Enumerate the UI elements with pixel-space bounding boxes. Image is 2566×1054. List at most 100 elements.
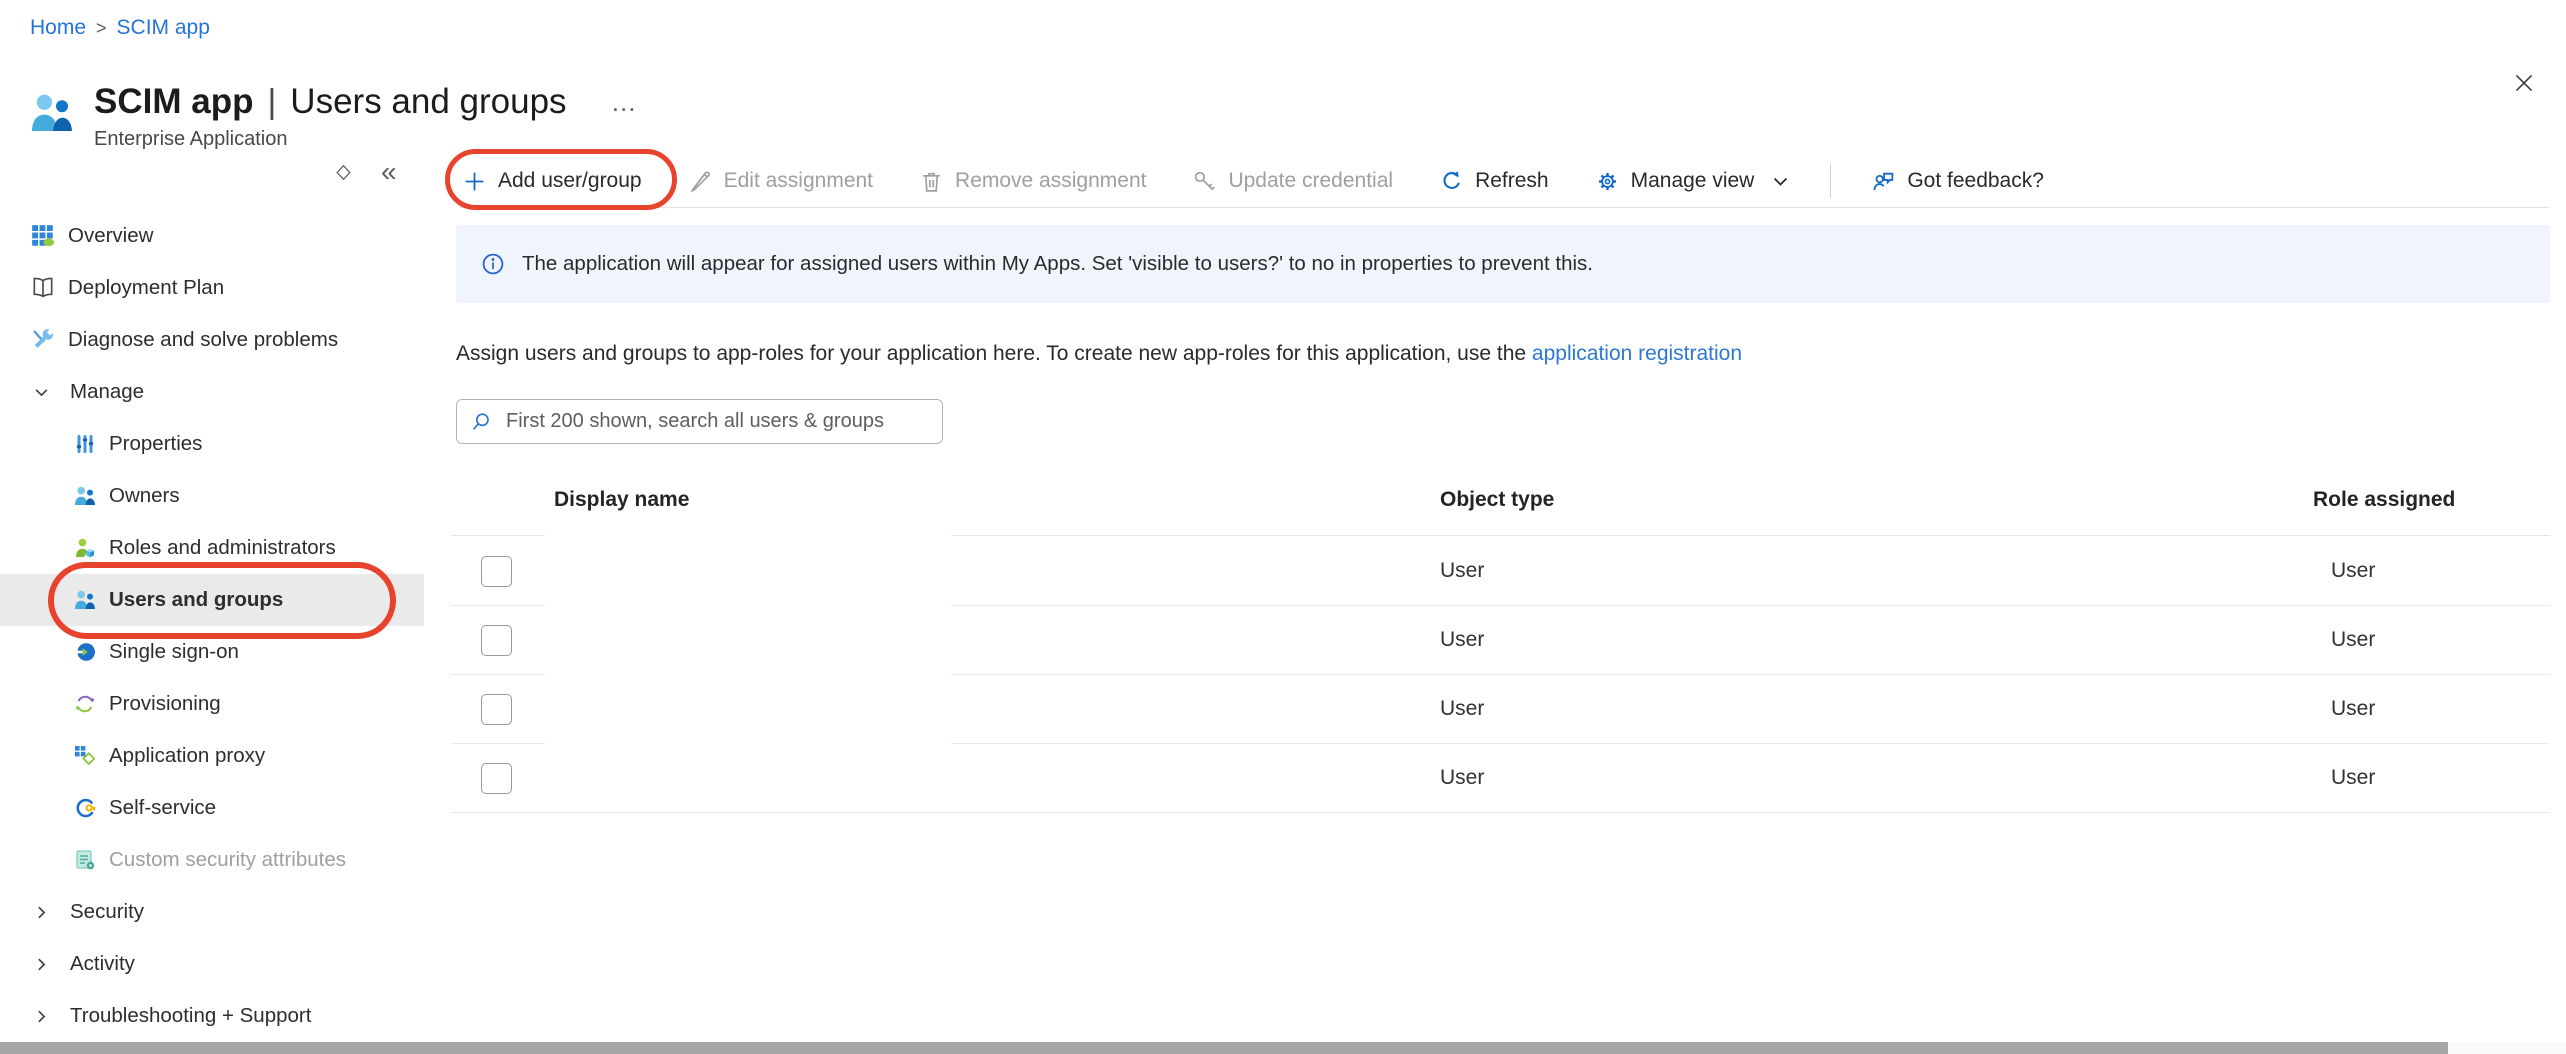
info-banner: The application will appear for assigned… bbox=[456, 225, 2550, 303]
sidebar-item-label: Self-service bbox=[109, 796, 216, 820]
role-assigned-cell: User bbox=[2331, 766, 2375, 790]
title-separator: | bbox=[267, 83, 276, 122]
sidebar-item-provisioning[interactable]: Provisioning bbox=[0, 678, 424, 730]
app-type-subtitle: Enterprise Application bbox=[94, 128, 639, 151]
trash-icon bbox=[919, 169, 944, 194]
refresh-button[interactable]: Refresh bbox=[1433, 169, 1555, 194]
sidebar-item-properties[interactable]: Properties bbox=[0, 418, 424, 470]
azure-enterprise-app-blade: Home > SCIM app SCIM app | Users and gro… bbox=[0, 0, 2566, 1054]
sidebar-item-single-sign-on[interactable]: Single sign-on bbox=[0, 626, 424, 678]
search-icon bbox=[469, 410, 493, 434]
add-user-group-button[interactable]: Add user/group bbox=[456, 169, 648, 194]
sidebar-item-label: Security bbox=[70, 900, 144, 924]
manage-view-button[interactable]: Manage view bbox=[1589, 169, 1797, 194]
key-circle-icon bbox=[73, 796, 97, 820]
sidebar-item-label: Properties bbox=[109, 432, 202, 456]
sidebar-item-self-service[interactable]: Self-service bbox=[0, 782, 424, 834]
tools-icon bbox=[30, 327, 56, 353]
pencil-icon bbox=[688, 169, 713, 194]
role-person-cube-icon bbox=[73, 536, 97, 560]
sidebar-section-manage[interactable]: Manage bbox=[0, 366, 424, 418]
got-feedback-button[interactable]: Got feedback? bbox=[1865, 169, 2050, 194]
breadcrumb-scim-app[interactable]: SCIM app bbox=[117, 16, 210, 40]
toolbar-separator bbox=[1830, 164, 1831, 198]
blade-menu: Overview Deployment Plan Diagnose and so… bbox=[0, 210, 424, 1042]
sidebar-item-label: Deployment Plan bbox=[68, 276, 224, 300]
breadcrumb: Home > SCIM app bbox=[30, 16, 210, 40]
chevron-right-icon bbox=[33, 904, 50, 921]
document-gear-icon bbox=[73, 848, 97, 872]
menu-controls: « bbox=[334, 158, 397, 186]
sidebar-item-label: Troubleshooting + Support bbox=[70, 1004, 311, 1028]
sidebar-item-owners[interactable]: Owners bbox=[0, 470, 424, 522]
scrollbar-thumb[interactable] bbox=[0, 1042, 2448, 1054]
redacted-display-name-area bbox=[545, 520, 951, 808]
sidebar-item-custom-security-attributes[interactable]: Custom security attributes bbox=[0, 834, 424, 886]
search-box[interactable] bbox=[456, 399, 943, 444]
more-actions-icon[interactable]: … bbox=[611, 87, 639, 118]
feedback-icon bbox=[1871, 169, 1896, 194]
chevron-down-icon bbox=[33, 384, 50, 401]
chevron-right-icon bbox=[33, 1008, 50, 1025]
sidebar-item-label: Provisioning bbox=[109, 692, 221, 716]
command-bar: Add user/group Edit assignment Remove as… bbox=[456, 155, 2050, 207]
people-icon bbox=[73, 484, 97, 508]
sidebar-item-roles-administrators[interactable]: Roles and administrators bbox=[0, 522, 424, 574]
info-icon bbox=[480, 251, 506, 277]
refresh-icon bbox=[1439, 169, 1464, 194]
column-header-display-name[interactable]: Display name bbox=[554, 488, 689, 512]
key-icon bbox=[1192, 169, 1217, 194]
horizontal-scrollbar[interactable] bbox=[0, 1042, 2566, 1054]
breadcrumb-home[interactable]: Home bbox=[30, 16, 86, 40]
sidebar-item-label: Owners bbox=[109, 484, 180, 508]
remove-assignment-button[interactable]: Remove assignment bbox=[913, 169, 1152, 194]
sidebar-section-activity[interactable]: Activity bbox=[0, 938, 424, 990]
sliders-icon bbox=[73, 432, 97, 456]
sidebar-item-users-and-groups[interactable]: Users and groups bbox=[0, 574, 424, 626]
object-type-cell: User bbox=[1440, 697, 1484, 721]
resize-diamond-icon[interactable] bbox=[334, 163, 353, 182]
book-icon bbox=[30, 275, 56, 301]
sidebar-item-label: Users and groups bbox=[109, 588, 283, 612]
row-checkbox[interactable] bbox=[481, 694, 512, 725]
users-group-icon bbox=[28, 88, 76, 138]
plus-icon bbox=[462, 169, 487, 194]
breadcrumb-separator: > bbox=[96, 18, 107, 39]
chevron-down-icon bbox=[1771, 172, 1790, 191]
sidebar-section-security[interactable]: Security bbox=[0, 886, 424, 938]
collapse-menu-icon[interactable]: « bbox=[381, 158, 397, 186]
sidebar-item-overview[interactable]: Overview bbox=[0, 210, 424, 262]
sidebar-item-label: Application proxy bbox=[109, 744, 265, 768]
role-assigned-cell: User bbox=[2331, 628, 2375, 652]
overview-grid-icon bbox=[30, 223, 56, 249]
column-header-role-assigned[interactable]: Role assigned bbox=[2313, 488, 2455, 512]
application-registration-link[interactable]: application registration bbox=[1532, 342, 1742, 365]
sidebar-item-label: Activity bbox=[70, 952, 135, 976]
toolbar-divider bbox=[460, 207, 2549, 208]
row-checkbox[interactable] bbox=[481, 763, 512, 794]
edit-assignment-button[interactable]: Edit assignment bbox=[682, 169, 879, 194]
update-credential-button[interactable]: Update credential bbox=[1186, 169, 1399, 194]
sidebar-item-label: Diagnose and solve problems bbox=[68, 328, 338, 352]
sidebar-section-troubleshooting-support[interactable]: Troubleshooting + Support bbox=[0, 990, 424, 1042]
sidebar-item-application-proxy[interactable]: Application proxy bbox=[0, 730, 424, 782]
column-header-object-type[interactable]: Object type bbox=[1440, 488, 1554, 512]
sidebar-item-label: Single sign-on bbox=[109, 640, 239, 664]
sidebar-item-label: Custom security attributes bbox=[109, 848, 346, 872]
people-icon bbox=[73, 588, 97, 612]
info-banner-text: The application will appear for assigned… bbox=[522, 252, 1593, 276]
grid-diamond-icon bbox=[73, 744, 97, 768]
object-type-cell: User bbox=[1440, 559, 1484, 583]
sso-arrow-icon bbox=[73, 640, 97, 664]
sidebar-item-label: Roles and administrators bbox=[109, 536, 336, 560]
close-icon[interactable] bbox=[2504, 64, 2544, 104]
search-input[interactable] bbox=[506, 410, 930, 433]
row-checkbox[interactable] bbox=[481, 625, 512, 656]
chevron-right-icon bbox=[33, 956, 50, 973]
sidebar-item-diagnose[interactable]: Diagnose and solve problems bbox=[0, 314, 424, 366]
row-checkbox[interactable] bbox=[481, 556, 512, 587]
description-text: Assign users and groups to app-roles for… bbox=[456, 342, 1532, 365]
page-title-section: Users and groups bbox=[290, 82, 566, 122]
sidebar-item-deployment-plan[interactable]: Deployment Plan bbox=[0, 262, 424, 314]
sidebar-item-label: Manage bbox=[70, 380, 144, 404]
